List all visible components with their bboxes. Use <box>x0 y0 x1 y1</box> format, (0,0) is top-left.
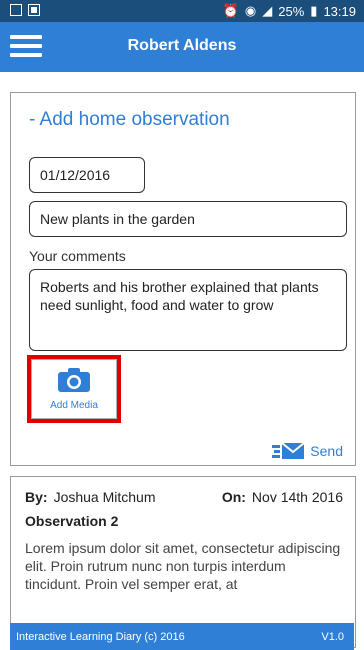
send-mail-icon <box>272 442 305 459</box>
observation-title-field[interactable]: New plants in the garden <box>29 201 347 237</box>
by-label: By: <box>25 489 48 505</box>
camera-icon <box>58 368 90 392</box>
footer-version: V1.0 <box>321 631 344 643</box>
email-notification-icon <box>10 4 22 16</box>
send-button[interactable]: Send <box>272 441 343 461</box>
notification-icons <box>10 4 40 16</box>
footer-copyright: Interactive Learning Diary (c) 2016 <box>16 631 185 643</box>
clock: 13:19 <box>323 3 356 19</box>
observation-body: Lorem ipsum dolor sit amet, consectetur … <box>25 540 341 592</box>
add-media-label: Add Media <box>50 400 98 411</box>
comments-label: Your comments <box>29 248 126 264</box>
add-observation-card: - Add home observation 01/12/2016 New pl… <box>10 92 356 466</box>
wifi-icon: ◉ <box>244 3 257 18</box>
status-bar: ⏰ ◉ ◢ 25% ▮ 13:19 <box>0 0 364 22</box>
date-field[interactable]: 01/12/2016 <box>29 157 145 193</box>
send-label: Send <box>310 443 343 459</box>
observation-date: On: Nov 14th 2016 <box>222 489 343 505</box>
add-media-button[interactable]: Add Media <box>31 359 117 419</box>
signal-icon: ◢ <box>262 3 273 18</box>
comments-field[interactable]: Roberts and his brother explained that p… <box>29 269 347 351</box>
app-bar: Robert Aldens <box>0 22 364 72</box>
system-status: ⏰ ◉ ◢ 25% ▮ 13:19 <box>223 3 356 19</box>
observation-author: By: Joshua Mitchum <box>25 489 156 505</box>
gallery-notification-icon <box>28 4 40 16</box>
page-title: Robert Aldens <box>127 37 237 54</box>
footer: Interactive Learning Diary (c) 2016 V1.0 <box>10 623 354 650</box>
add-observation-toggle[interactable]: - Add home observation <box>29 109 230 131</box>
battery-percent: 25% <box>278 3 305 19</box>
date-value: Nov 14th 2016 <box>251 489 343 505</box>
observation-title: Observation 2 <box>25 513 119 529</box>
on-label: On: <box>221 489 246 505</box>
alarm-icon: ⏰ <box>222 3 239 18</box>
author-name: Joshua Mitchum <box>53 489 156 505</box>
battery-icon: ▮ <box>310 3 318 18</box>
